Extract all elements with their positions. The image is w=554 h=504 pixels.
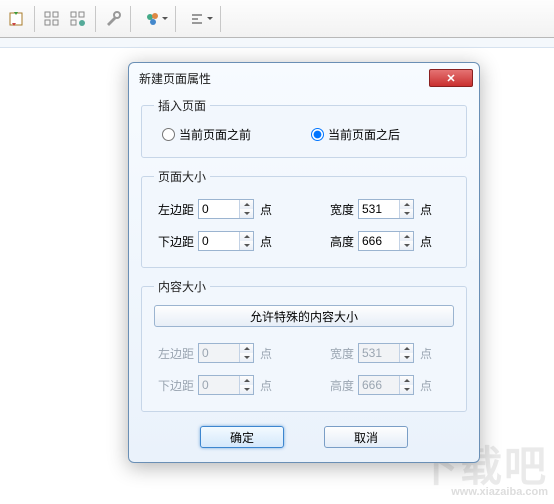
content-height-spinner <box>358 375 414 395</box>
grid-plus-icon[interactable] <box>65 6 91 32</box>
radio-before-label: 当前页面之前 <box>179 126 251 143</box>
titlebar[interactable]: 新建页面属性 ✕ <box>129 63 479 93</box>
spin-down-icon <box>400 385 413 394</box>
tools-icon[interactable] <box>100 6 126 32</box>
content-width-input <box>359 344 399 362</box>
dialog-title: 新建页面属性 <box>139 70 429 87</box>
spin-up-icon <box>400 376 413 385</box>
content-left-label: 左边距 <box>154 345 194 362</box>
content-bottom-spinner <box>198 375 254 395</box>
content-width-field: 宽度 点 <box>314 343 454 363</box>
cancel-button[interactable]: 取消 <box>324 426 408 448</box>
unit-label: 点 <box>260 201 272 218</box>
spin-down-icon[interactable] <box>240 209 253 218</box>
unit-label: 点 <box>260 233 272 250</box>
content-left-spinner <box>198 343 254 363</box>
content-left-input <box>199 344 239 362</box>
radio-after[interactable]: 当前页面之后 <box>311 126 400 143</box>
unit-label: 点 <box>420 201 432 218</box>
close-button[interactable]: ✕ <box>429 69 473 87</box>
spin-up-icon[interactable] <box>400 200 413 209</box>
new-page-properties-dialog: 新建页面属性 ✕ 插入页面 当前页面之前 当前页面之后 页面大小 <box>128 62 480 463</box>
spin-down-icon <box>240 385 253 394</box>
align-icon[interactable] <box>180 6 216 32</box>
width-label: 宽度 <box>314 201 354 218</box>
height-label: 高度 <box>314 233 354 250</box>
unit-label: 点 <box>260 345 272 362</box>
radio-before[interactable]: 当前页面之前 <box>162 126 251 143</box>
content-height-label: 高度 <box>314 377 354 394</box>
menubar-strip <box>0 38 554 48</box>
width-input[interactable] <box>359 200 399 218</box>
content-bottom-input <box>199 376 239 394</box>
unit-label: 点 <box>420 233 432 250</box>
content-size-legend: 内容大小 <box>154 278 210 295</box>
button-row: 确定 取消 <box>141 422 467 448</box>
width-spinner[interactable] <box>358 199 414 219</box>
content-left-field: 左边距 点 <box>154 343 294 363</box>
palette-icon[interactable] <box>135 6 171 32</box>
content-width-label: 宽度 <box>314 345 354 362</box>
page-size-legend: 页面大小 <box>154 168 210 185</box>
left-margin-input[interactable] <box>199 200 239 218</box>
height-field: 高度 点 <box>314 231 454 251</box>
spin-down-icon[interactable] <box>240 241 253 250</box>
spin-down-icon[interactable] <box>400 241 413 250</box>
bottom-margin-label: 下边距 <box>154 233 194 250</box>
spin-up-icon <box>240 344 253 353</box>
radio-after-label: 当前页面之后 <box>328 126 400 143</box>
spin-up-icon <box>240 376 253 385</box>
left-margin-label: 左边距 <box>154 201 194 218</box>
height-input[interactable] <box>359 232 399 250</box>
content-bottom-label: 下边距 <box>154 377 194 394</box>
bottom-margin-input[interactable] <box>199 232 239 250</box>
radio-before-input[interactable] <box>162 128 175 141</box>
allow-special-content-button[interactable]: 允许特殊的内容大小 <box>154 305 454 327</box>
bottom-margin-spinner[interactable] <box>198 231 254 251</box>
width-field: 宽度 点 <box>314 199 454 219</box>
left-margin-spinner[interactable] <box>198 199 254 219</box>
spin-down-icon <box>240 353 253 362</box>
spin-down-icon[interactable] <box>400 209 413 218</box>
content-size-group: 内容大小 允许特殊的内容大小 左边距 点 宽度 <box>141 278 467 412</box>
watermark-url: www.xiazaiba.com <box>416 486 548 498</box>
content-height-input <box>359 376 399 394</box>
page-size-group: 页面大小 左边距 点 宽度 点 <box>141 168 467 268</box>
spin-up-icon[interactable] <box>400 232 413 241</box>
unit-label: 点 <box>420 377 432 394</box>
refresh-icon[interactable] <box>4 6 30 32</box>
ok-button[interactable]: 确定 <box>200 426 284 448</box>
close-icon: ✕ <box>446 72 455 85</box>
content-width-spinner <box>358 343 414 363</box>
spin-down-icon <box>400 353 413 362</box>
height-spinner[interactable] <box>358 231 414 251</box>
content-bottom-field: 下边距 点 <box>154 375 294 395</box>
left-margin-field: 左边距 点 <box>154 199 294 219</box>
spin-up-icon[interactable] <box>240 232 253 241</box>
bottom-margin-field: 下边距 点 <box>154 231 294 251</box>
spin-up-icon[interactable] <box>240 200 253 209</box>
spin-up-icon <box>400 344 413 353</box>
grid-icon[interactable] <box>39 6 65 32</box>
unit-label: 点 <box>260 377 272 394</box>
insert-legend: 插入页面 <box>154 97 210 114</box>
content-height-field: 高度 点 <box>314 375 454 395</box>
unit-label: 点 <box>420 345 432 362</box>
radio-after-input[interactable] <box>311 128 324 141</box>
insert-page-group: 插入页面 当前页面之前 当前页面之后 <box>141 97 467 158</box>
toolbar <box>0 0 554 38</box>
